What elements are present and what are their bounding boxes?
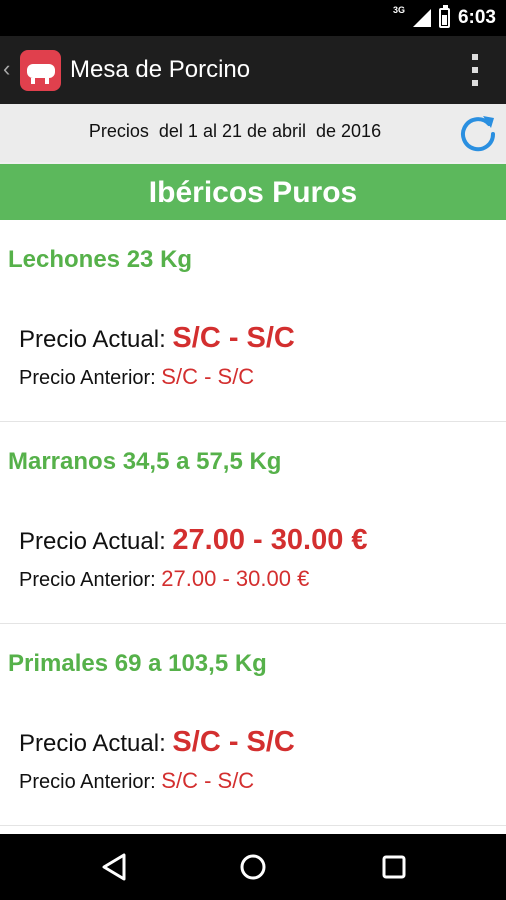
previous-price-label: Precio Anterior:: [19, 367, 162, 389]
signal-icon: [412, 9, 431, 27]
previous-price-value: 27.00 - 30.00 €: [161, 566, 310, 591]
current-price-label: Precio Actual:: [19, 730, 173, 757]
current-price-row: Precio Actual: 27.00 - 30.00 €: [19, 524, 368, 557]
current-price-value: S/C - S/C: [172, 322, 295, 354]
app-logo[interactable]: [20, 50, 61, 91]
back-icon[interactable]: ‹: [3, 56, 10, 82]
item-title: Marranos 34,5 a 57,5 Kg: [8, 448, 282, 475]
list-item[interactable]: Marranos 34,5 a 57,5 Kg Precio Actual: 2…: [0, 422, 506, 624]
date-header: Precios del 1 al 21 de abril de 2016: [0, 104, 506, 162]
current-price-row: Precio Actual: S/C - S/C: [19, 726, 295, 759]
navigation-bar: [0, 834, 506, 900]
app-bar: ‹ Mesa de Porcino: [0, 36, 506, 104]
item-title: Lechones 23 Kg: [8, 246, 193, 273]
list-item[interactable]: Primales 69 a 103,5 Kg Precio Actual: S/…: [0, 624, 506, 826]
nav-back-icon[interactable]: [96, 849, 132, 885]
current-price-value: S/C - S/C: [172, 726, 295, 758]
previous-price-row: Precio Anterior: 27.00 - 30.00 €: [19, 566, 309, 592]
price-dates: Precios del 1 al 21 de abril de 2016: [88, 121, 382, 141]
previous-price-row: Precio Anterior: S/C - S/C: [19, 364, 254, 390]
current-price-value: 27.00 - 30.00 €: [172, 524, 368, 556]
refresh-icon[interactable]: [456, 112, 500, 156]
item-title: Primales 69 a 103,5 Kg: [8, 650, 267, 677]
app-title: Mesa de Porcino: [70, 56, 251, 83]
overflow-menu-icon[interactable]: [472, 54, 478, 86]
battery-icon: [438, 5, 450, 28]
current-price-label: Precio Actual:: [19, 326, 173, 353]
status-bar: 3G 6:03: [0, 0, 506, 36]
list-item[interactable]: Lechones 23 Kg Precio Actual: S/C - S/C …: [0, 220, 506, 422]
previous-price-label: Precio Anterior:: [19, 771, 162, 793]
current-price-row: Precio Actual: S/C - S/C: [19, 322, 295, 355]
current-price-label: Precio Actual:: [19, 528, 173, 555]
status-time: 6:03: [457, 7, 496, 28]
previous-price-value: S/C - S/C: [161, 768, 255, 793]
previous-price-value: S/C - S/C: [161, 364, 255, 389]
previous-price-label: Precio Anterior:: [19, 569, 162, 591]
nav-home-icon[interactable]: [235, 849, 271, 885]
previous-price-row: Precio Anterior: S/C - S/C: [19, 768, 254, 794]
network-type: 3G: [392, 5, 405, 15]
section-title: Ibéricos Puros: [0, 164, 506, 220]
price-list[interactable]: Lechones 23 Kg Precio Actual: S/C - S/C …: [0, 220, 506, 834]
nav-recents-icon[interactable]: [376, 849, 412, 885]
pig-icon: [26, 63, 55, 84]
